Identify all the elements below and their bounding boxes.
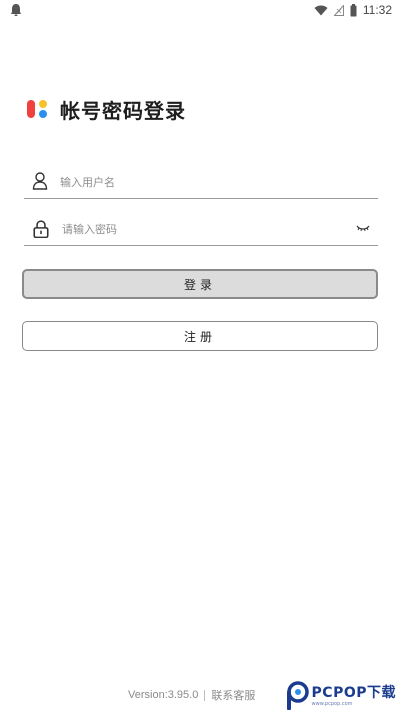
watermark-logo-icon — [286, 681, 309, 710]
register-button[interactable]: 注册 — [22, 321, 378, 351]
app-logo-icon — [27, 100, 47, 118]
username-input[interactable] — [60, 171, 350, 193]
signal-icon — [333, 4, 344, 16]
watermark-subtext: www.pcpop.com — [311, 701, 353, 707]
watermark-text: PCPOP下载 — [311, 685, 396, 701]
status-time: 11:32 — [362, 3, 392, 17]
watermark: PCPOP下载 www.pcpop.com — [285, 681, 396, 711]
username-field[interactable] — [24, 167, 378, 199]
register-button-label: 注册 — [183, 329, 216, 344]
status-icons: 11:32 — [314, 3, 392, 17]
footer: Version:3.95.0 联系客服 — [128, 687, 255, 703]
user-icon — [32, 172, 48, 190]
notification-icon — [11, 4, 21, 16]
footer-divider — [204, 689, 206, 701]
status-bar: 11:32 — [0, 0, 400, 22]
page-title: 帐号密码登录 — [60, 98, 186, 123]
page-header: 帐号密码登录 — [26, 96, 186, 123]
battery-icon — [350, 3, 357, 16]
wifi-icon — [314, 5, 328, 16]
contact-support-link[interactable]: 联系客服 — [211, 687, 255, 703]
eye-closed-icon[interactable] — [356, 223, 370, 233]
lock-icon — [33, 220, 49, 238]
login-button[interactable]: 登录 — [22, 269, 378, 299]
login-button-label: 登录 — [183, 277, 216, 292]
password-field[interactable] — [24, 214, 378, 246]
password-input[interactable] — [62, 218, 352, 240]
version-text: Version:3.95.0 — [128, 689, 199, 701]
